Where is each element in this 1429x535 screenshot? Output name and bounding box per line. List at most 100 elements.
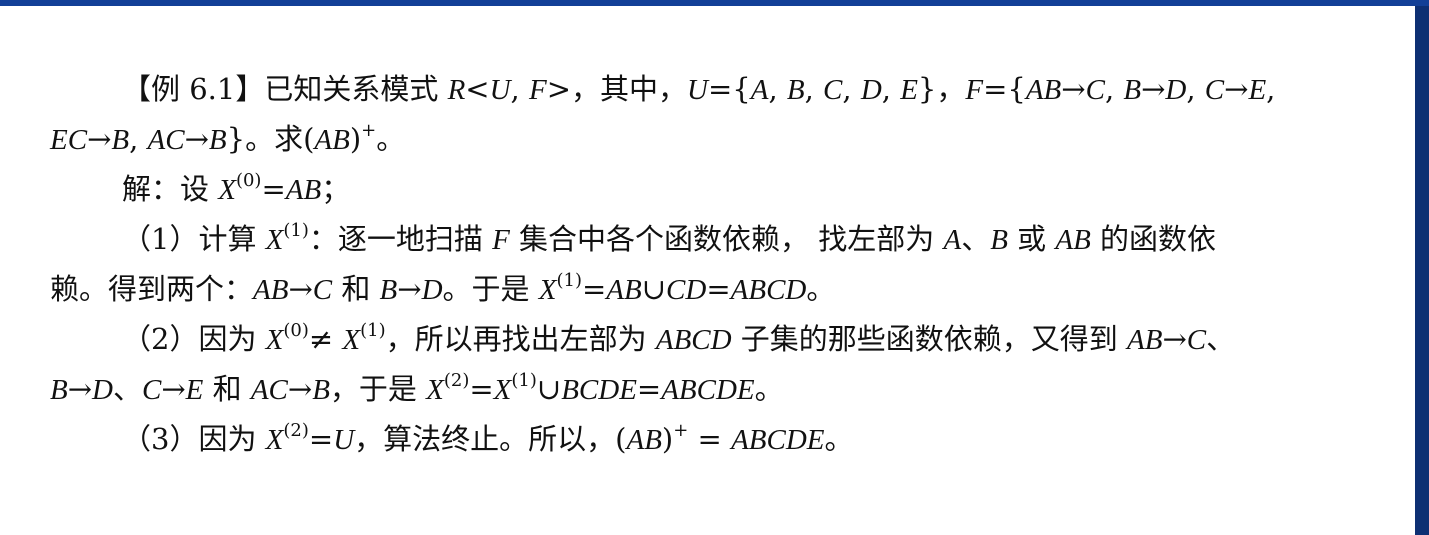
superscript: (1): [556, 270, 582, 291]
text-segment: （1）计算: [122, 222, 266, 256]
text-segment: 赖。得到两个：: [50, 272, 254, 306]
math-symbol: E: [900, 74, 918, 106]
math-symbol: E: [1248, 74, 1267, 106]
text-segment: ,: [1266, 72, 1276, 106]
text-segment: （2）因为: [122, 322, 266, 356]
step-3-line: （3）因为 X(2)=U，算法终止。所以，(AB)+ = ABCDE。: [50, 414, 1395, 464]
text-segment: →: [1061, 72, 1086, 106]
math-symbol: AB: [285, 174, 322, 206]
text-segment: ：逐一地扫描: [308, 222, 493, 256]
text-segment: →: [161, 372, 186, 406]
math-symbol: X: [538, 274, 557, 306]
text-segment: →: [67, 372, 93, 406]
math-symbol: ABCD: [655, 324, 732, 356]
text-segment: →: [87, 122, 112, 156]
text-segment: ,: [1104, 72, 1124, 106]
superscript: (0): [283, 320, 309, 341]
math-symbol: B: [50, 374, 68, 406]
text-segment: ，所以再找出左部为: [385, 322, 656, 356]
text-segment: （3）因为: [122, 422, 266, 456]
math-symbol: ABCDE: [731, 424, 825, 456]
math-symbol: D: [421, 274, 443, 306]
text-segment: 【例 6.1】已知关系模式: [122, 72, 448, 106]
text-segment: =: [261, 172, 286, 206]
text-segment: 和: [332, 272, 380, 306]
text-segment: ,: [129, 122, 148, 156]
math-symbol: AB: [606, 274, 642, 306]
math-symbol: AB: [626, 424, 662, 456]
math-symbol: F: [528, 74, 547, 106]
math-symbol: F: [965, 74, 984, 106]
math-symbol: AB: [1127, 324, 1163, 356]
superscript: (1): [360, 320, 386, 341]
math-symbol: EC: [50, 124, 88, 156]
math-symbol: X: [218, 174, 236, 206]
math-symbol: ABCDE: [661, 374, 755, 406]
math-symbol: X: [342, 324, 361, 356]
math-symbol: B: [990, 224, 1008, 256]
math-symbol: X: [493, 374, 512, 406]
superscript: (2): [283, 420, 309, 441]
superscript: (0): [235, 170, 262, 191]
text-segment: 。: [376, 122, 406, 156]
text-segment: <: [465, 72, 490, 106]
text-segment: →: [1224, 72, 1249, 106]
example-title-line: 【例 6.1】已知关系模式 R<U, F>，其中，U={A, B, C, D, …: [50, 64, 1395, 114]
slide: 【例 6.1】已知关系模式 R<U, F>，其中，U={A, B, C, D, …: [0, 6, 1415, 535]
math-symbol: A: [750, 74, 769, 106]
math-symbol: R: [447, 74, 466, 106]
text-segment: ，于是: [329, 372, 427, 406]
math-symbol: D: [860, 74, 882, 106]
math-symbol: B: [786, 74, 805, 106]
text-segment: ≠: [308, 322, 343, 356]
text-segment: 或: [1007, 222, 1056, 256]
superscript: +: [361, 120, 377, 141]
text-segment: =: [469, 372, 494, 406]
text-segment: ；: [321, 172, 351, 206]
text-segment: 、: [961, 222, 991, 256]
text-segment: 。于是: [442, 272, 539, 306]
math-symbol: B: [208, 124, 227, 156]
math-symbol: AB: [253, 274, 289, 306]
solution-intro-line: 解：设 X(0)=AB；: [50, 164, 1395, 214]
math-symbol: ABCD: [730, 274, 807, 306]
superscript: (1): [511, 370, 537, 391]
text-segment: ∪: [641, 272, 667, 306]
math-symbol: B: [312, 374, 330, 406]
math-symbol: U: [687, 74, 708, 106]
text-segment: 和: [203, 372, 251, 406]
math-symbol: X: [265, 324, 284, 356]
text-segment: }。求(: [226, 122, 315, 156]
text-segment: 、: [1206, 322, 1236, 356]
text-segment: →: [288, 272, 313, 306]
text-segment: 、: [112, 372, 142, 406]
math-symbol: D: [92, 374, 113, 406]
text-segment: →: [397, 272, 422, 306]
step-2-continued-line: B→D、C→E 和 AC→B，于是 X(2)=X(1)∪BCDE=ABCDE。: [50, 364, 1395, 414]
text-segment: ={: [983, 72, 1026, 106]
math-symbol: U: [489, 74, 511, 106]
text-segment: 。: [806, 272, 836, 306]
math-symbol: AB: [1025, 74, 1062, 106]
text-segment: 。: [824, 422, 854, 456]
math-symbol: AB: [314, 124, 350, 156]
math-symbol: AC: [147, 124, 185, 156]
text-segment: →: [1162, 322, 1187, 356]
text-segment: ): [661, 422, 674, 456]
math-symbol: X: [265, 224, 284, 256]
text-segment: →: [184, 122, 209, 156]
text-segment: ,: [842, 72, 861, 106]
text-segment: >，其中，: [546, 72, 688, 106]
example-text: 【例 6.1】已知关系模式 R<U, F>，其中，U={A, B, C, D, …: [50, 64, 1395, 464]
text-segment: =: [581, 272, 607, 306]
step-2-line: （2）因为 X(0)≠ X(1)，所以再找出左部为 ABCD 子集的那些函数依赖…: [50, 314, 1395, 364]
math-symbol: X: [426, 374, 444, 406]
text-segment: ): [349, 122, 362, 156]
text-segment: 子集的那些函数依赖，又得到: [731, 322, 1128, 356]
math-symbol: CD: [666, 274, 707, 306]
text-segment: ,: [510, 72, 529, 106]
text-segment: =: [688, 422, 732, 456]
text-segment: =: [706, 272, 731, 306]
math-symbol: D: [1165, 74, 1187, 106]
text-segment: 。: [754, 372, 784, 406]
